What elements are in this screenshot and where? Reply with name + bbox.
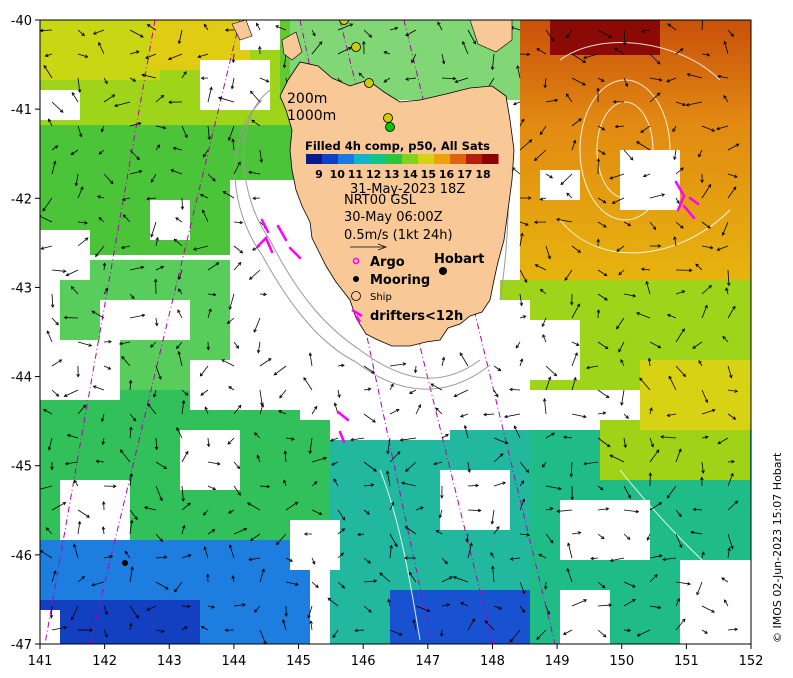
isobath-1000m-label: 1000m [287, 108, 336, 124]
mooring-marker-sw [122, 560, 128, 566]
colorbar-swatch [322, 154, 339, 164]
colorbar-swatch [306, 154, 323, 164]
credit-text: © IMOS 02-Jun-2023 15:07 Hobart [771, 452, 784, 643]
colorbar-swatch [338, 154, 355, 164]
x-tick-label: 150 [609, 654, 634, 669]
x-tick-label: 144 [221, 654, 246, 669]
colorbar-label: 12 [366, 168, 381, 181]
colorbar-swatch [402, 154, 419, 164]
colorbar-label: 9 [315, 168, 323, 181]
colorbar: Filled 4h comp, p50, All Sats 9 10 11 12 13 1… [305, 139, 499, 181]
y-tick-label: -45 [11, 460, 32, 475]
time-label: 30-May 06:00Z [344, 210, 443, 225]
y-tick-label: -44 [11, 371, 32, 386]
y-tick-label: -42 [11, 192, 32, 207]
legend-argo: Argo [370, 255, 405, 270]
sst-map: 200m 1000m Filled 4h comp, p50, All Sats… [11, 14, 784, 669]
colorbar-label: 13 [384, 168, 399, 181]
colorbar-label: 17 [457, 168, 472, 181]
x-tick-label: 151 [674, 654, 699, 669]
product-label: NRT00 GSL [344, 193, 417, 208]
hobart-marker [439, 267, 447, 275]
x-tick-label: 148 [480, 654, 505, 669]
legend-ship: Ship [370, 292, 392, 303]
x-tick-label: 152 [739, 654, 764, 669]
colorbar-swatch [370, 154, 387, 164]
y-tick-label: -40 [11, 14, 32, 29]
x-tick-label: 141 [28, 654, 53, 669]
x-tick-label: 146 [351, 654, 376, 669]
y-tick-label: -47 [11, 638, 32, 653]
velocity-arrow [467, 485, 479, 487]
velocity-arrow [467, 509, 481, 511]
velocity-arrow [181, 197, 183, 210]
legend-mooring: Mooring [370, 273, 430, 288]
colorbar-swatch [482, 154, 499, 164]
colorbar-swatch [354, 154, 371, 164]
colorbar-title: Filled 4h comp, p50, All Sats [305, 139, 490, 153]
y-tick-label: -43 [11, 281, 32, 296]
x-tick-label: 149 [545, 654, 570, 669]
map-field [40, 20, 751, 644]
x-tick-label: 147 [415, 654, 440, 669]
colorbar-swatch [386, 154, 403, 164]
colorbar-swatch [466, 154, 483, 164]
colorbar-label: 18 [475, 168, 490, 181]
colorbar-label: 16 [439, 168, 455, 181]
hobart-label: Hobart [434, 252, 485, 267]
y-tick-label: -41 [11, 103, 32, 118]
y-tick-label: -46 [11, 549, 32, 564]
colorbar-swatch [450, 154, 467, 164]
colorbar-swatch [418, 154, 435, 164]
colorbar-label: 11 [348, 168, 363, 181]
x-tick-label: 143 [157, 654, 182, 669]
x-tick-label: 145 [286, 654, 311, 669]
legend-drifters: drifters<12h [370, 309, 463, 324]
mooring-marker [353, 276, 359, 282]
x-axis: 141 142 143 144 145 146 147 148 149 150 151 152 [28, 644, 764, 669]
scale-label: 0.5m/s (1kt 24h) [344, 228, 453, 243]
colorbar-label: 15 [421, 168, 436, 181]
y-axis: -40 -41 -42 -43 -44 -45 -46 -47 [11, 14, 40, 653]
isobath-200m-label: 200m [287, 91, 327, 107]
colorbar-label: 14 [402, 168, 418, 181]
x-tick-label: 142 [92, 654, 117, 669]
colorbar-label: 10 [330, 168, 346, 181]
colorbar-swatch [434, 154, 451, 164]
